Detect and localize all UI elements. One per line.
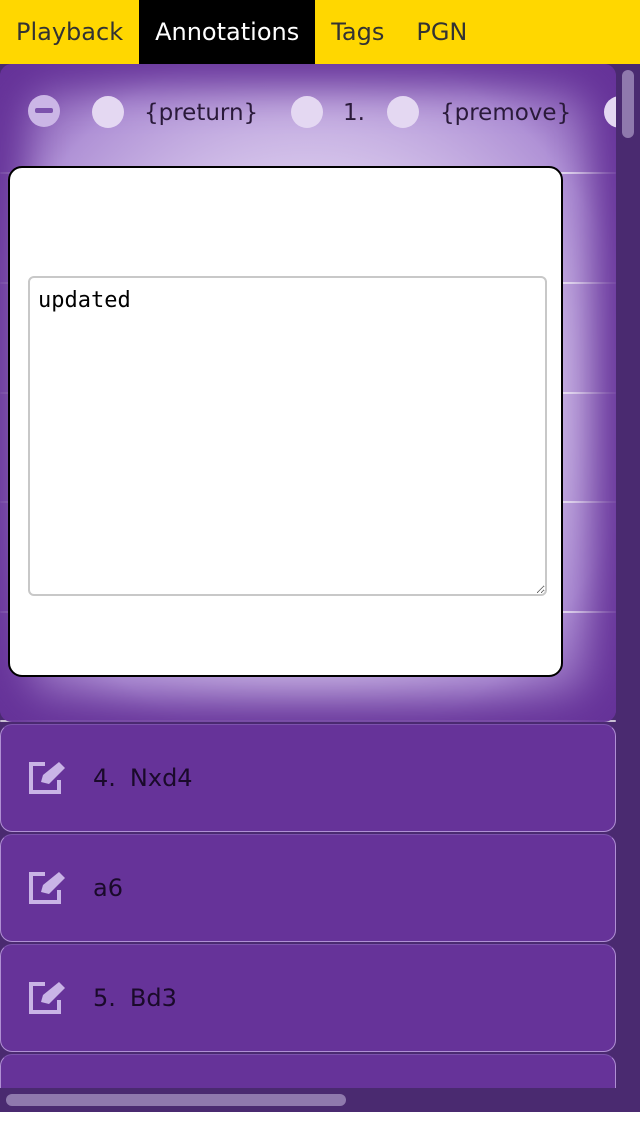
list-item[interactable]: 4. Nxd4: [0, 724, 616, 832]
edit-icon[interactable]: [27, 760, 67, 796]
divider: [0, 720, 616, 722]
edit-icon[interactable]: [27, 870, 67, 906]
minus-circle-icon[interactable]: [28, 95, 60, 127]
move-label: 5. Bd3: [93, 984, 177, 1012]
move-dot[interactable]: [291, 96, 323, 128]
tab-playback[interactable]: Playback: [0, 0, 139, 64]
annotations-list-viewport[interactable]: {preturn} 1. {premove} 4.Nxd4 a6: [0, 64, 640, 1112]
list-item[interactable]: a6: [0, 834, 616, 942]
tab-bar: Playback Annotations Tags PGN: [0, 0, 640, 64]
preturn-label[interactable]: {preturn}: [144, 100, 258, 126]
annotation-editor-dialog: [8, 166, 563, 677]
move-label: a6: [93, 874, 123, 902]
move-label: 4. Nxd4: [93, 764, 193, 792]
move-strip: {preturn} 1. {premove}: [0, 64, 636, 172]
premove-label[interactable]: {premove}: [440, 100, 571, 126]
annotation-textarea[interactable]: [28, 276, 547, 596]
list-item[interactable]: 5. Bd3: [0, 944, 616, 1052]
preturn-dot[interactable]: [92, 96, 124, 128]
tab-pgn[interactable]: PGN: [400, 0, 483, 64]
vertical-scrollbar-thumb[interactable]: [622, 70, 634, 138]
edit-icon[interactable]: [27, 980, 67, 1016]
move-number-label: 1.: [343, 100, 365, 126]
tab-annotations[interactable]: Annotations: [139, 0, 316, 64]
horizontal-scrollbar-thumb[interactable]: [6, 1094, 346, 1106]
vertical-scrollbar[interactable]: [616, 64, 640, 1088]
premove-dot[interactable]: [387, 96, 419, 128]
tab-tags[interactable]: Tags: [315, 0, 400, 64]
